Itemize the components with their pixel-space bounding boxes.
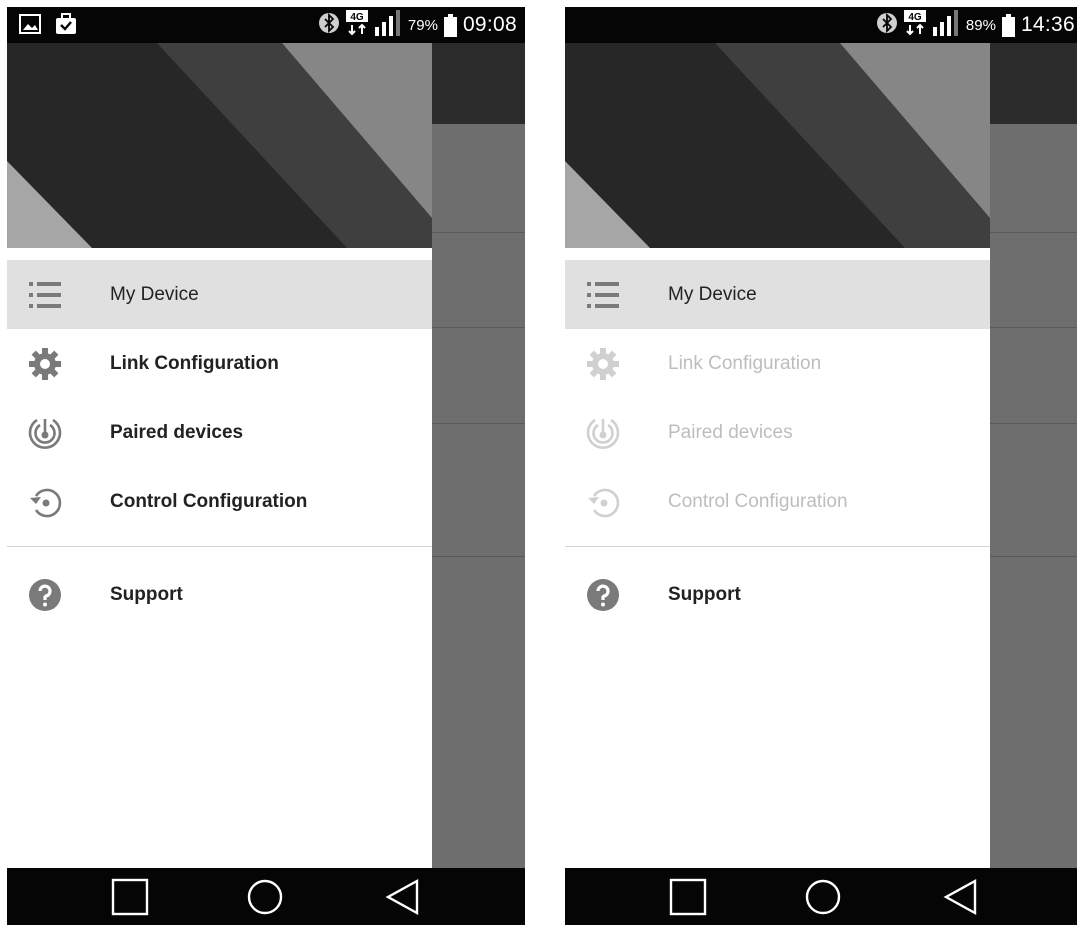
menu-item-label: Paired devices — [110, 422, 244, 443]
recent-apps-icon[interactable] — [668, 878, 708, 916]
background-app-scrim[interactable] — [432, 43, 525, 868]
menu-item-label: Link Configuration — [110, 353, 279, 374]
4g-icon: 4G — [903, 9, 926, 41]
svg-text:4G: 4G — [908, 12, 922, 23]
radar-icon — [27, 415, 63, 451]
drawer-header-image — [565, 43, 990, 248]
drawer-header-image — [7, 43, 432, 248]
phone-screen-right: 4G 89% 14:36 My Device Link Configuratio… — [565, 7, 1077, 925]
battery-icon — [443, 13, 457, 37]
bluetooth-icon — [876, 12, 898, 39]
menu-item-control-configuration: Control Configuration — [565, 467, 990, 536]
menu-item-label: Control Configuration — [110, 491, 308, 512]
background-app-scrim[interactable] — [990, 43, 1077, 868]
svg-text:4G: 4G — [350, 12, 364, 23]
gear-icon — [27, 346, 63, 382]
home-icon[interactable] — [245, 878, 285, 916]
clock: 14:36 — [1020, 13, 1075, 36]
phone-screen-left: 4G 79% 09:08 My Device Link Configuratio… — [7, 7, 525, 925]
back-icon[interactable] — [382, 878, 422, 916]
4g-icon: 4G — [345, 9, 368, 41]
restore-icon — [27, 484, 63, 520]
navigation-drawer: My Device Link Configuration Paired devi… — [565, 43, 990, 868]
app-toolbar — [432, 43, 525, 124]
help-icon — [27, 577, 63, 613]
image-icon — [19, 13, 41, 40]
menu-item-label: My Device — [668, 284, 757, 305]
menu-item-link-configuration: Link Configuration — [565, 329, 990, 398]
menu-item-paired-devices[interactable]: Paired devices — [7, 398, 432, 467]
menu-item-support[interactable]: Support — [7, 560, 432, 629]
signal-icon — [374, 9, 402, 41]
menu-item-label: Link Configuration — [668, 353, 822, 374]
menu-divider — [565, 546, 990, 547]
signal-icon — [932, 9, 960, 41]
menu-divider — [7, 546, 432, 547]
status-bar: 4G 89% 14:36 — [565, 7, 1077, 43]
navigation-bar — [565, 868, 1077, 925]
menu-item-paired-devices: Paired devices — [565, 398, 990, 467]
status-bar: 4G 79% 09:08 — [7, 7, 525, 43]
recent-apps-icon[interactable] — [110, 878, 150, 916]
back-icon[interactable] — [940, 878, 980, 916]
help-icon — [585, 577, 621, 613]
menu-item-my-device[interactable]: My Device — [565, 260, 990, 329]
navigation-drawer: My Device Link Configuration Paired devi… — [7, 43, 432, 868]
battery-percent: 79% — [407, 16, 438, 34]
radar-icon — [585, 415, 621, 451]
navigation-bar — [7, 868, 525, 925]
menu-item-label: Control Configuration — [668, 491, 848, 512]
battery-icon — [1001, 13, 1015, 37]
battery-percent: 89% — [965, 16, 996, 34]
menu-item-my-device[interactable]: My Device — [7, 260, 432, 329]
restore-icon — [585, 484, 621, 520]
menu-item-label: Paired devices — [668, 422, 793, 443]
list-icon — [27, 277, 63, 313]
bluetooth-icon — [318, 12, 340, 39]
clock: 09:08 — [462, 13, 517, 36]
menu-item-label: My Device — [110, 284, 199, 305]
menu-item-link-configuration[interactable]: Link Configuration — [7, 329, 432, 398]
list-icon — [585, 277, 621, 313]
menu-item-support[interactable]: Support — [565, 560, 990, 629]
menu-item-control-configuration[interactable]: Control Configuration — [7, 467, 432, 536]
menu-item-label: Support — [110, 584, 183, 605]
briefcase-check-icon — [55, 13, 77, 40]
home-icon[interactable] — [803, 878, 843, 916]
gear-icon — [585, 346, 621, 382]
app-toolbar — [990, 43, 1077, 124]
menu-item-label: Support — [668, 584, 741, 605]
